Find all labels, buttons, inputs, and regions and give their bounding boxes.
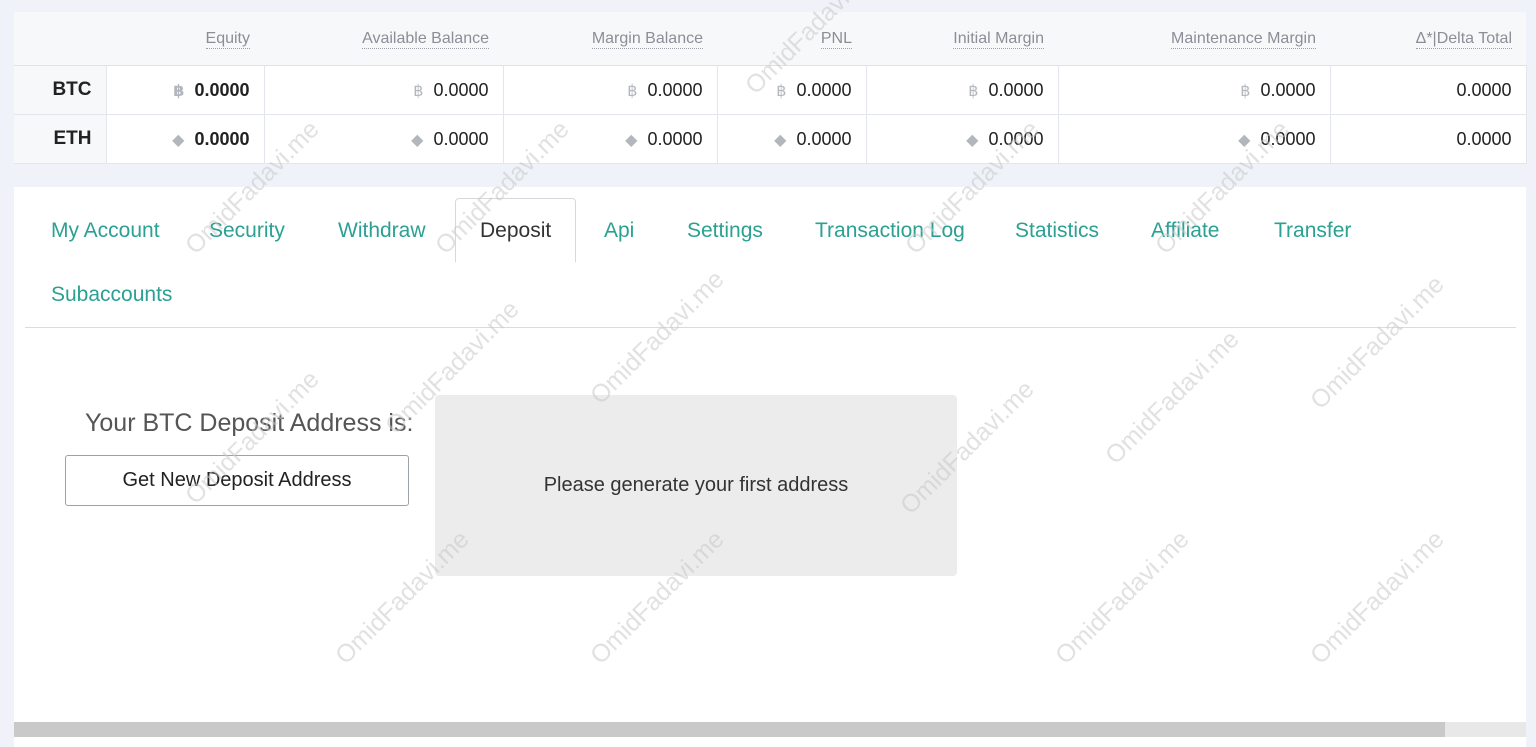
tab-transaction-log[interactable]: Transaction Log <box>815 218 965 244</box>
tab-withdraw[interactable]: Withdraw <box>338 218 426 244</box>
ethereum-icon: ◆ <box>966 131 979 149</box>
ethereum-icon: ◆ <box>774 131 787 149</box>
margin-balance-cell: ◆ 0.0000 <box>503 114 718 164</box>
equity-cell: ◆ 0.0000 <box>106 114 265 164</box>
column-header-equity[interactable]: Equity <box>106 12 264 66</box>
column-header-pnl[interactable]: PNL <box>717 12 866 66</box>
tab-security[interactable]: Security <box>209 218 285 244</box>
bitcoin-icon: ฿ <box>1240 82 1251 100</box>
ethereum-icon: ◆ <box>172 131 185 149</box>
delta-total-cell: 0.0000 <box>1330 65 1527 115</box>
tab-affiliate[interactable]: Affiliate <box>1151 218 1220 244</box>
ethereum-icon: ◆ <box>625 131 638 149</box>
deposit-address-box: Please generate your first address <box>435 395 957 576</box>
bitcoin-icon: ฿ <box>627 82 638 100</box>
get-new-deposit-address-button[interactable]: Get New Deposit Address <box>65 455 409 506</box>
column-header-margin-balance[interactable]: Margin Balance <box>503 12 717 66</box>
deposit-address-label: Your BTC Deposit Address is: <box>85 409 414 437</box>
horizontal-scrollbar[interactable] <box>14 722 1526 737</box>
available-balance-cell: ฿ 0.0000 <box>264 65 504 115</box>
column-header-currency <box>14 12 106 66</box>
bitcoin-icon: ฿ <box>968 82 979 100</box>
deposit-address-placeholder: Please generate your first address <box>543 474 849 496</box>
bitcoin-icon: ฿ <box>413 82 424 100</box>
tab-transfer[interactable]: Transfer <box>1274 218 1351 244</box>
table-row: ETH ◆ 0.0000 ◆ 0.0000 ◆ 0.0000 ◆ 0.0000 ◆ 0.0… <box>14 114 1527 164</box>
column-header-maintenance-margin[interactable]: Maintenance Margin <box>1058 12 1330 66</box>
tab-subaccounts[interactable]: Subaccounts <box>51 282 172 308</box>
bitcoin-icon: ฿ <box>173 82 185 100</box>
column-header-initial-margin[interactable]: Initial Margin <box>866 12 1058 66</box>
ethereum-icon: ◆ <box>1238 131 1251 149</box>
tab-deposit[interactable]: Deposit <box>455 198 577 262</box>
maintenance-margin-cell: ฿ 0.0000 <box>1058 65 1331 115</box>
account-tabs: My Account Security Withdraw Deposit Api… <box>25 198 1516 328</box>
maintenance-margin-cell: ◆ 0.0000 <box>1058 114 1331 164</box>
bitcoin-icon: ฿ <box>776 82 787 100</box>
currency-cell: ETH <box>14 114 107 164</box>
equity-cell: ฿ 0.0000 <box>106 65 265 115</box>
column-header-available-balance[interactable]: Available Balance <box>264 12 503 66</box>
margin-balance-cell: ฿ 0.0000 <box>503 65 718 115</box>
pnl-cell: ฿ 0.0000 <box>717 65 867 115</box>
tab-api[interactable]: Api <box>604 218 634 244</box>
initial-margin-cell: ฿ 0.0000 <box>866 65 1059 115</box>
tab-statistics[interactable]: Statistics <box>1015 218 1099 244</box>
tab-settings[interactable]: Settings <box>687 218 763 244</box>
table-row: BTC ฿ 0.0000 ฿ 0.0000 ฿ 0.0000 ฿ 0.0000 ฿ 0.0… <box>14 65 1527 115</box>
pnl-cell: ◆ 0.0000 <box>717 114 867 164</box>
account-panel: My Account Security Withdraw Deposit Api… <box>14 187 1526 747</box>
ethereum-icon: ◆ <box>411 131 424 149</box>
initial-margin-cell: ◆ 0.0000 <box>866 114 1059 164</box>
delta-total-cell: 0.0000 <box>1330 114 1527 164</box>
scrollbar-thumb[interactable] <box>14 722 1445 737</box>
balance-table-header: Equity Available Balance Margin Balance … <box>14 12 1526 66</box>
available-balance-cell: ◆ 0.0000 <box>264 114 504 164</box>
tab-my-account[interactable]: My Account <box>51 218 160 244</box>
currency-cell: BTC <box>14 65 107 115</box>
column-header-delta-total[interactable]: Δ*|Delta Total <box>1330 12 1526 66</box>
balance-table: Equity Available Balance Margin Balance … <box>14 12 1527 164</box>
